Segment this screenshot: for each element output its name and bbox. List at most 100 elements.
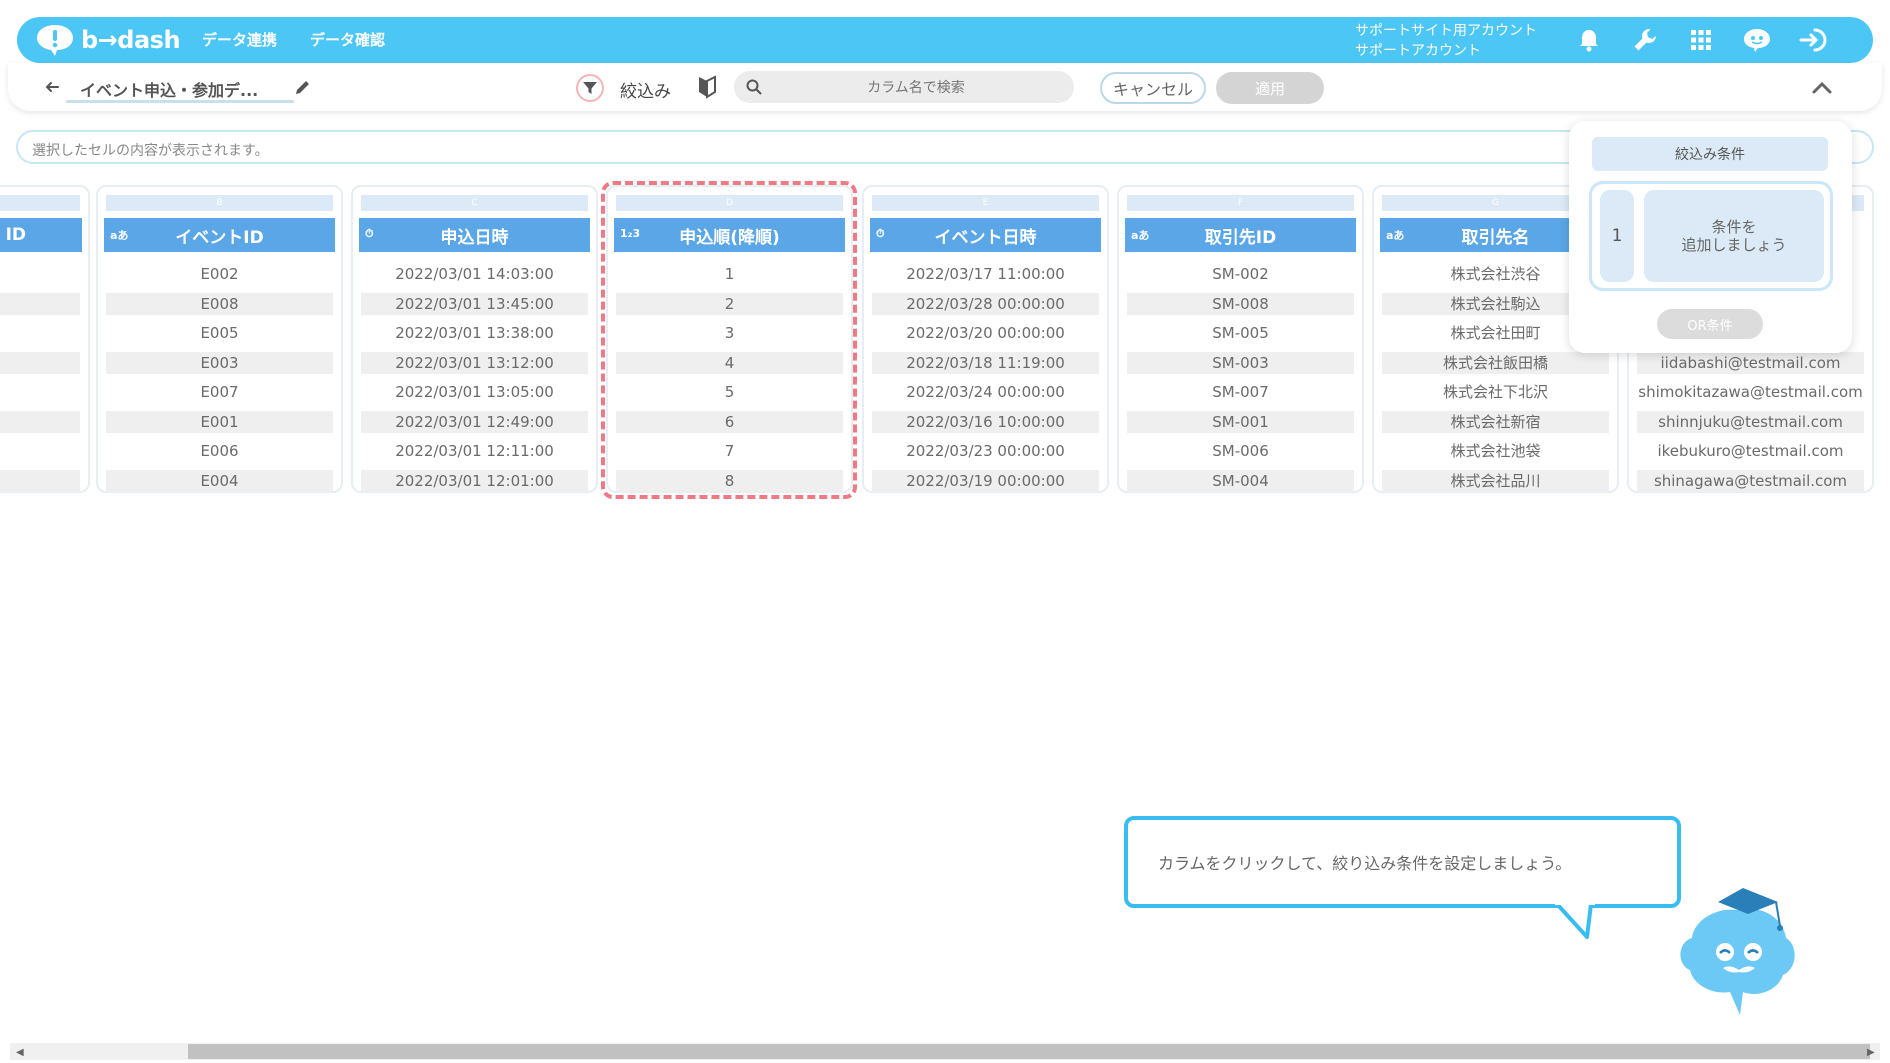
table-cell[interactable]: 株式会社下北沢 (1382, 381, 1609, 403)
table-cell[interactable]: 6 (616, 410, 843, 433)
bell-icon[interactable] (1573, 24, 1605, 56)
table-cell[interactable]: SM-002 (1127, 263, 1354, 285)
table-cell[interactable]: 5 (616, 381, 843, 403)
column-header-label: ID (5, 225, 26, 245)
table-cell[interactable]: shinnjuku@testmail.com (1637, 410, 1864, 433)
table-cell[interactable]: 2022/03/01 13:38:00 (361, 322, 588, 344)
table-cell[interactable]: 2022/03/16 10:00:00 (872, 410, 1099, 433)
nav-data-integration[interactable]: データ連携 (202, 29, 277, 50)
add-condition-button[interactable]: 条件を 追加しましょう (1644, 190, 1824, 282)
table-cell[interactable] (0, 263, 80, 285)
chevron-up-icon[interactable] (1811, 77, 1833, 97)
table-cell[interactable]: SM-007 (1127, 381, 1354, 403)
table-cell[interactable]: shinagawa@testmail.com (1637, 469, 1864, 492)
table-cell[interactable]: E002 (106, 263, 333, 285)
table-cell[interactable]: ikebukuro@testmail.com (1637, 440, 1864, 462)
table-cell[interactable]: SM-005 (1127, 322, 1354, 344)
table-cell[interactable]: E007 (106, 381, 333, 403)
table-cell[interactable]: 2022/03/01 12:01:00 (361, 469, 588, 492)
search-input[interactable] (774, 75, 1058, 101)
data-column[interactable]: ID (0, 185, 90, 493)
data-column[interactable]: C ⏱ 申込日時 2022/03/01 14:03:00 2022/03/01 13:4… (351, 185, 598, 493)
beginner-mark-icon[interactable] (696, 75, 718, 99)
data-column[interactable]: Baあ イベントID E002 E008 E005 E003 E007 E001 E006 E00… (96, 185, 343, 493)
table-cell[interactable]: 株式会社池袋 (1382, 440, 1609, 462)
apply-button[interactable]: 適用 (1216, 72, 1324, 104)
table-cell[interactable]: E006 (106, 440, 333, 462)
condition-group: 1 条件を 追加しましょう (1589, 181, 1833, 291)
column-header[interactable]: ID (0, 218, 82, 252)
grid-icon[interactable] (1685, 24, 1717, 56)
table-cell[interactable]: 2022/03/01 14:03:00 (361, 263, 588, 285)
scroll-right-icon[interactable]: ▶ (1867, 1047, 1875, 1058)
column-type-icon: ⏱ (365, 227, 374, 240)
table-cell[interactable]: 2 (616, 292, 843, 315)
table-cell[interactable]: 2022/03/17 11:00:00 (872, 263, 1099, 285)
back-arrow-icon[interactable] (42, 77, 62, 97)
scroll-left-icon[interactable]: ◀ (16, 1047, 24, 1058)
table-cell[interactable]: 株式会社品川 (1382, 469, 1609, 492)
horizontal-scrollbar[interactable]: ◀ ▶ (10, 1043, 1880, 1060)
table-cell[interactable]: 4 (616, 351, 843, 374)
table-cell[interactable]: 株式会社飯田橋 (1382, 351, 1609, 374)
table-cell[interactable]: E005 (106, 322, 333, 344)
logo[interactable]: b→dash (35, 23, 181, 57)
table-cell[interactable]: SM-001 (1127, 410, 1354, 433)
column-header[interactable]: ⏱ 申込日時 (359, 218, 590, 252)
chatbot-icon[interactable] (1741, 24, 1773, 56)
table-cell[interactable] (0, 292, 80, 315)
column-header[interactable]: aあ 取引先ID (1125, 218, 1356, 252)
table-cell[interactable] (0, 440, 80, 462)
column-type-icon: aあ (110, 229, 129, 242)
column-header-label: イベント日時 (934, 227, 1037, 248)
table-cell[interactable]: 8 (616, 469, 843, 492)
table-cell[interactable]: E008 (106, 292, 333, 315)
table-cell[interactable]: 7 (616, 440, 843, 462)
nav-data-check[interactable]: データ確認 (310, 29, 385, 50)
table-cell[interactable]: 2022/03/18 11:19:00 (872, 351, 1099, 374)
account-info[interactable]: サポートサイト用アカウント サポートアカウント (1355, 21, 1537, 61)
table-cell[interactable]: E004 (106, 469, 333, 492)
table-cell[interactable] (0, 322, 80, 344)
column-header[interactable]: 1₂3 申込順(降順) (614, 218, 845, 252)
table-cell[interactable]: 2022/03/24 00:00:00 (872, 381, 1099, 403)
table-cell[interactable]: 2022/03/28 00:00:00 (872, 292, 1099, 315)
data-column[interactable]: Faあ 取引先ID SM-002 SM-008 SM-005 SM-003 SM-007 SM… (1117, 185, 1364, 493)
table-cell[interactable]: 2022/03/01 12:49:00 (361, 410, 588, 433)
wrench-icon[interactable] (1629, 24, 1661, 56)
table-cell[interactable]: 2022/03/20 00:00:00 (872, 322, 1099, 344)
table-cell[interactable]: 2022/03/01 12:11:00 (361, 440, 588, 462)
table-cell[interactable]: shimokitazawa@testmail.com (1637, 381, 1864, 403)
filter-icon[interactable] (576, 74, 604, 102)
scrollbar-thumb[interactable] (188, 1044, 1870, 1059)
table-cell[interactable]: SM-003 (1127, 351, 1354, 374)
table-cell[interactable] (0, 351, 80, 374)
table-cell[interactable]: E003 (106, 351, 333, 374)
data-column[interactable]: E ⏱ イベント日時 2022/03/17 11:00:00 2022/03/28 00… (862, 185, 1109, 493)
table-cell[interactable]: 1 (616, 263, 843, 285)
table-cell[interactable]: 2022/03/01 13:05:00 (361, 381, 588, 403)
page-title[interactable]: イベント申込・参加デ... (80, 77, 258, 101)
table-cell[interactable]: 2022/03/01 13:12:00 (361, 351, 588, 374)
table-cell[interactable]: 2022/03/19 00:00:00 (872, 469, 1099, 492)
table-cell[interactable]: SM-006 (1127, 440, 1354, 462)
table-cell[interactable]: 2022/03/23 00:00:00 (872, 440, 1099, 462)
logout-icon[interactable] (1797, 24, 1829, 56)
table-cell[interactable]: iidabashi@testmail.com (1637, 351, 1864, 374)
table-cell[interactable]: 株式会社新宿 (1382, 410, 1609, 433)
table-cell[interactable] (0, 381, 80, 403)
table-cell[interactable]: E001 (106, 410, 333, 433)
tooltip-tail (1555, 901, 1595, 939)
table-cell[interactable]: 3 (616, 322, 843, 344)
column-header[interactable]: aあ イベントID (104, 218, 335, 252)
or-condition-button[interactable]: OR条件 (1657, 309, 1763, 339)
table-cell[interactable] (0, 410, 80, 433)
table-cell[interactable]: SM-008 (1127, 292, 1354, 315)
table-cell[interactable]: 2022/03/01 13:45:00 (361, 292, 588, 315)
table-cell[interactable]: SM-004 (1127, 469, 1354, 492)
column-header[interactable]: ⏱ イベント日時 (870, 218, 1101, 252)
edit-pencil-icon[interactable] (293, 77, 313, 97)
data-column[interactable]: D 1₂3 申込順(降順) 1 2 3 4 5 6 7 8 (606, 185, 853, 493)
table-cell[interactable] (0, 469, 80, 492)
cancel-button[interactable]: キャンセル (1100, 72, 1206, 104)
